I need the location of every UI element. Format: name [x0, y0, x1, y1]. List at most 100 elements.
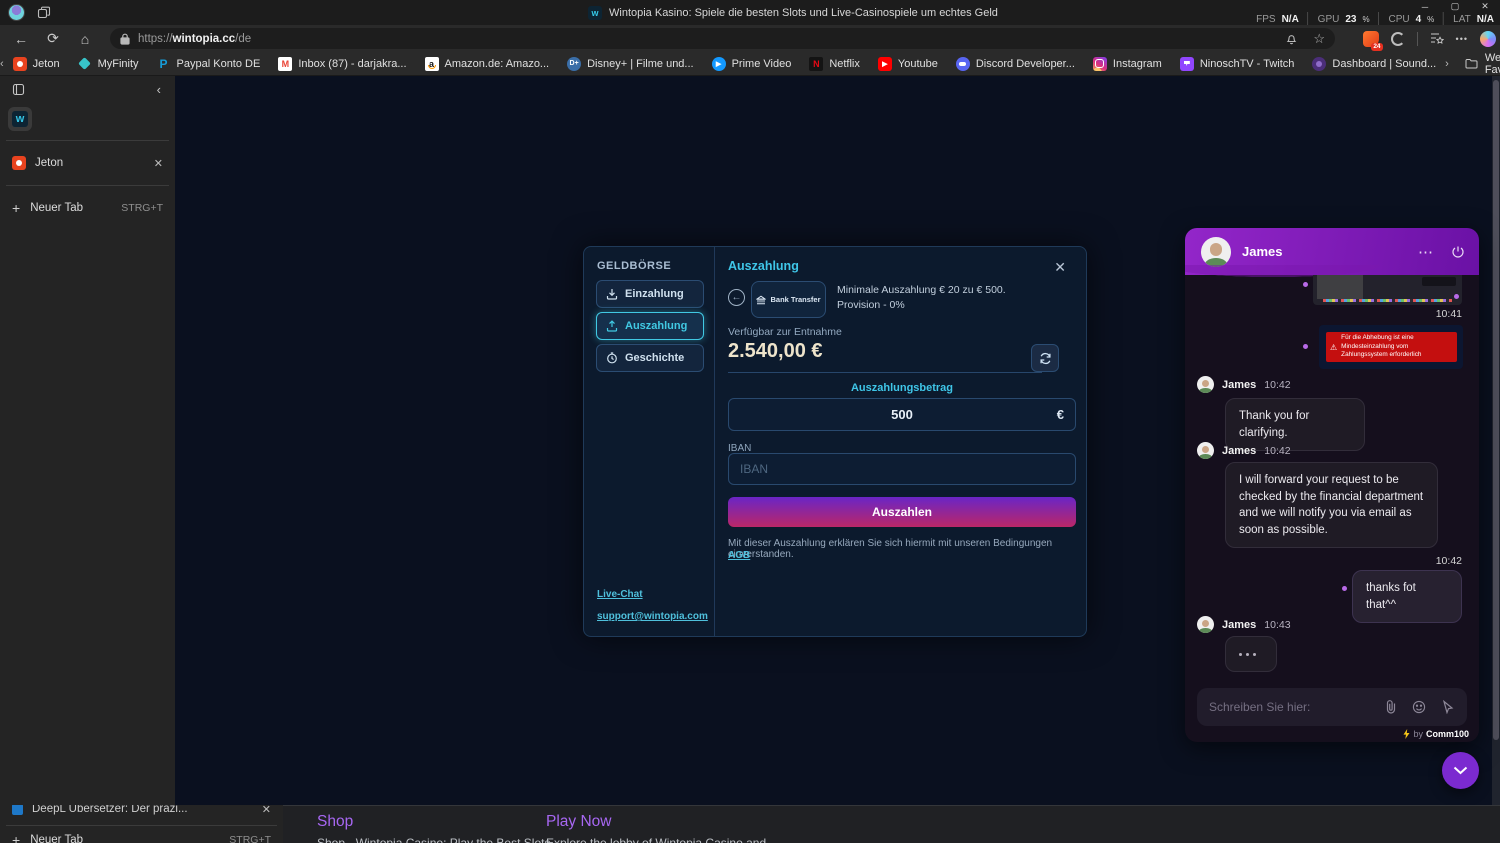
myfinity-favicon	[78, 57, 92, 71]
url-bar[interactable]: https://wintopia.cc/de ☆	[110, 28, 1335, 49]
search-result-play-now[interactable]: Play Now Explore the lobby of Wintopia C…	[546, 813, 766, 843]
workspaces-icon[interactable]	[37, 6, 51, 20]
withdraw-panel: Auszahlung ✕ ← Bank Transfer Minimale Au…	[715, 247, 1086, 636]
page-scrollbar[interactable]	[1492, 76, 1500, 805]
new-tab-label: Neuer Tab	[30, 202, 83, 214]
background-new-tab-button[interactable]: + Neuer Tab STRG+T	[0, 831, 283, 843]
site-favicon: w	[588, 6, 602, 20]
alert-line2: Zahlungssystem erforderlich	[1341, 351, 1421, 358]
nav-auszahlung-button[interactable]: Auszahlung	[596, 312, 704, 340]
twitch-favicon	[1180, 57, 1194, 71]
close-icon[interactable]: ✕	[1470, 0, 1500, 13]
active-tab-tile[interactable]: w	[8, 107, 32, 131]
bookmark-twitch[interactable]: NinoschTV - Twitch	[1171, 54, 1304, 74]
bookmark-prime[interactable]: ▶Prime Video	[703, 54, 801, 74]
result-title[interactable]: Play Now	[546, 813, 766, 831]
browser-toolbar: ← ⟳ ⌂ https://wintopia.cc/de ☆ 24 •••	[0, 25, 1500, 52]
emoji-icon[interactable]	[1412, 700, 1426, 714]
user-screenshot-message-2[interactable]: ⚠ Für die Abhebung ist eine Mindesteinza…	[1319, 325, 1463, 369]
chevron-right-icon[interactable]: ›	[1445, 58, 1449, 70]
modal-close-icon[interactable]: ✕	[1054, 259, 1066, 276]
adguard-extension-icon[interactable]: 24	[1363, 31, 1379, 47]
iban-field[interactable]	[728, 453, 1076, 485]
tab-actions-icon[interactable]	[12, 83, 25, 96]
home-button[interactable]: ⌂	[72, 28, 98, 50]
vertical-tabs-sidebar: ‹ w Jeton ✕ + Neuer Tab STRG+T	[0, 76, 175, 805]
scrollbar-thumb[interactable]	[1493, 80, 1499, 740]
agent-avatar	[1201, 237, 1231, 267]
netflix-favicon: N	[809, 57, 823, 71]
performance-hud: FPS N/A │ GPU 23 % │ CPU 4 % │ LAT N/A	[1256, 13, 1500, 25]
support-email-link[interactable]: support@wintopia.com	[597, 611, 708, 622]
back-button[interactable]: ←	[8, 28, 34, 50]
bookmark-myfinity[interactable]: MyFinity	[69, 54, 148, 74]
withdraw-icon	[606, 320, 618, 332]
refresh-button[interactable]: ⟳	[40, 28, 66, 50]
minimize-icon[interactable]: ─	[1410, 0, 1440, 13]
result-title[interactable]: Shop	[317, 813, 550, 831]
bookmark-inbox[interactable]: MInbox (87) - darjakra...	[269, 54, 415, 74]
sidebar-tab-jeton[interactable]: Jeton ✕	[0, 150, 175, 176]
more-icon[interactable]: •••	[1456, 34, 1468, 44]
amount-input[interactable]	[729, 399, 1075, 430]
copilot-icon[interactable]	[1480, 31, 1496, 47]
delivered-indicator	[1303, 282, 1308, 287]
plus-icon: +	[12, 832, 20, 843]
send-icon[interactable]	[1441, 700, 1455, 714]
warning-icon: ⚠	[1330, 343, 1337, 352]
auszahlen-button[interactable]: Auszahlen	[728, 497, 1076, 527]
prime-video-favicon: ▶	[712, 57, 726, 71]
bookmark-disney[interactable]: D+Disney+ | Filme und...	[558, 54, 702, 74]
payment-method-chip[interactable]: Bank Transfer	[751, 281, 826, 318]
bookmark-jeton[interactable]: Jeton	[4, 54, 69, 74]
collapse-sidebar-icon[interactable]: ‹	[157, 82, 161, 97]
new-tab-shortcut: STRG+T	[229, 834, 271, 843]
agb-link[interactable]: AGB	[728, 550, 750, 561]
bookmark-amazon[interactable]: a Amazon.de: Amazo...	[416, 54, 559, 74]
bookmark-instagram[interactable]: Instagram	[1084, 54, 1171, 74]
new-tab-label: Neuer Tab	[30, 834, 83, 843]
tab-label: Jeton	[35, 157, 63, 169]
bookmark-paypal[interactable]: PPaypal Konto DE	[148, 54, 270, 74]
nav-geschichte-button[interactable]: Geschichte	[596, 344, 704, 372]
search-result-shop[interactable]: Shop Shop - Wintopia Casino: Play the Be…	[317, 813, 550, 843]
attachment-icon[interactable]	[1385, 700, 1397, 714]
chat-input-bar[interactable]	[1197, 688, 1467, 726]
livechat-link[interactable]: Live-Chat	[597, 589, 708, 600]
bookmark-discord[interactable]: Discord Developer...	[947, 54, 1084, 74]
iban-input[interactable]	[729, 454, 1075, 484]
amazon-favicon: a	[425, 57, 439, 71]
collections-icon[interactable]	[1430, 32, 1444, 45]
cpu-value: 4	[1416, 14, 1422, 25]
bookmark-dashboard[interactable]: Dashboard | Sound...	[1303, 54, 1445, 74]
url-text[interactable]: https://wintopia.cc/de	[138, 33, 1286, 45]
close-tab-icon[interactable]: ✕	[154, 157, 163, 170]
chat-menu-icon[interactable]: ⋯	[1418, 243, 1433, 261]
gpu-label: GPU	[1318, 14, 1340, 25]
back-circle-icon[interactable]: ←	[728, 289, 745, 306]
brand-name: Comm100	[1426, 729, 1469, 739]
user-screenshot-message-1[interactable]	[1313, 275, 1462, 305]
favorite-star-icon[interactable]: ☆	[1313, 31, 1325, 47]
nav-einzahlung-button[interactable]: Einzahlung	[596, 280, 704, 308]
bookmark-label: Amazon.de: Amazo...	[445, 58, 550, 70]
other-favorites-label: Weitere Favoriten	[1485, 52, 1500, 76]
notifications-icon[interactable]	[1286, 33, 1297, 45]
chat-end-session-icon[interactable]	[1451, 245, 1465, 259]
refresh-balance-button[interactable]	[1031, 344, 1059, 372]
bank-icon	[756, 295, 766, 305]
maximize-icon[interactable]: ▢	[1440, 0, 1470, 13]
profile-avatar-icon[interactable]	[8, 4, 25, 21]
other-favorites-button[interactable]: Weitere Favoriten	[1465, 52, 1500, 76]
chat-message-input[interactable]	[1209, 700, 1385, 714]
new-tab-button[interactable]: + Neuer Tab STRG+T	[0, 195, 175, 221]
bookmark-youtube[interactable]: ▶Youtube	[869, 54, 947, 74]
blocker-extension-icon[interactable]	[1391, 32, 1405, 46]
nav-label: Auszahlung	[625, 320, 687, 332]
amount-field[interactable]: €	[728, 398, 1076, 431]
bookmark-netflix[interactable]: NNetflix	[800, 54, 869, 74]
chat-minimize-button[interactable]	[1442, 752, 1479, 789]
close-tab-icon[interactable]: ✕	[262, 805, 271, 816]
bookmark-label: NinoschTV - Twitch	[1200, 58, 1295, 70]
background-tab-deepl[interactable]: DeepL Übersetzer: Der präzi... ✕	[0, 805, 283, 820]
